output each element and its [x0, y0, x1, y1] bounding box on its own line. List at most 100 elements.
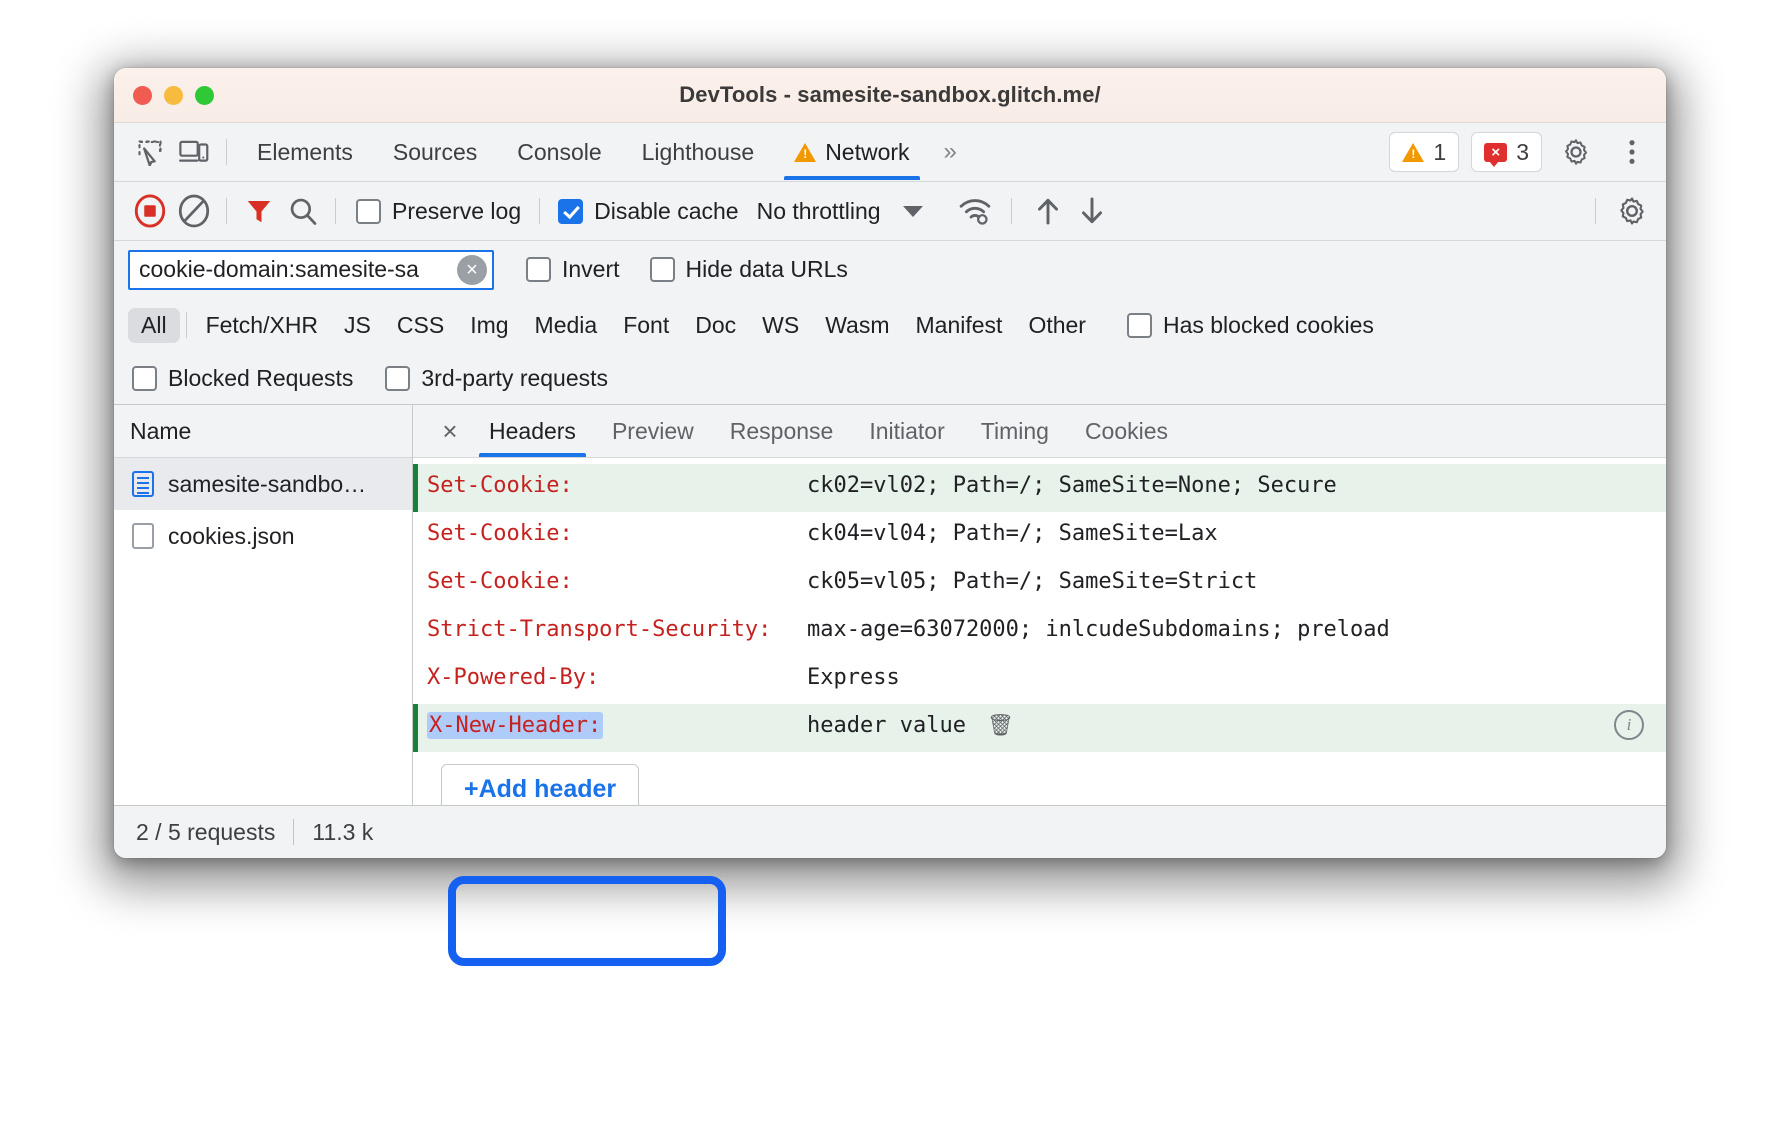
request-row-cookies-json[interactable]: cookies.json — [114, 510, 412, 562]
toolbar-divider — [1011, 198, 1012, 224]
header-name[interactable]: Set-Cookie: — [427, 518, 807, 550]
type-filter-row: All Fetch/XHR JS CSS Img Media Font Doc … — [114, 298, 1666, 352]
preserve-log-box[interactable] — [356, 199, 381, 224]
type-filter-img[interactable]: Img — [457, 308, 521, 343]
tab-cookies[interactable]: Cookies — [1067, 406, 1186, 457]
header-row[interactable]: Set-Cookie: ck05=vl05; Path=/; SameSite=… — [413, 560, 1666, 608]
type-filter-doc[interactable]: Doc — [682, 308, 749, 343]
tab-lighthouse[interactable]: Lighthouse — [622, 124, 775, 180]
download-har-icon[interactable] — [1070, 189, 1114, 233]
filter-funnel-icon[interactable] — [237, 189, 281, 233]
third-party-requests-checkbox[interactable]: 3rd-party requests — [385, 365, 608, 392]
tab-response[interactable]: Response — [712, 406, 852, 457]
header-row[interactable]: X-New-Header: header value 🗑 i — [413, 704, 1666, 752]
type-filter-all[interactable]: All — [128, 308, 180, 343]
filter-row: cookie-domain:samesite-sa × Invert Hide … — [114, 241, 1666, 298]
inspect-element-icon[interactable] — [128, 130, 172, 174]
tab-elements[interactable]: Elements — [237, 124, 373, 180]
extra-filter-row: Blocked Requests 3rd-party requests — [114, 352, 1666, 405]
header-value[interactable]: ck04=vl04; Path=/; SameSite=Lax — [807, 518, 1666, 550]
generic-file-icon — [132, 523, 154, 549]
hide-data-urls-box[interactable] — [650, 257, 675, 282]
header-value[interactable]: max-age=63072000; inlcudeSubdomains; pre… — [807, 614, 1666, 646]
gear-icon[interactable] — [1610, 189, 1654, 233]
header-value[interactable]: ck02=vl02; Path=/; SameSite=None; Secure — [807, 470, 1666, 502]
request-row-samesite-sandbox[interactable]: samesite-sandbo… — [114, 458, 412, 510]
has-blocked-cookies-checkbox[interactable]: Has blocked cookies — [1127, 312, 1374, 339]
invert-checkbox[interactable]: Invert — [526, 256, 620, 283]
header-row[interactable]: Set-Cookie: ck02=vl02; Path=/; SameSite=… — [413, 464, 1666, 512]
chevron-down-icon[interactable] — [903, 206, 923, 217]
tab-network-label: Network — [825, 139, 909, 166]
header-name[interactable]: Strict-Transport-Security: — [427, 614, 807, 646]
invert-box[interactable] — [526, 257, 551, 282]
more-tabs-icon[interactable]: » — [930, 138, 968, 166]
add-header-button[interactable]: +Add header — [441, 764, 639, 805]
window-title-bar: DevTools - samesite-sandbox.glitch.me/ — [114, 68, 1666, 123]
tab-headers[interactable]: Headers — [471, 406, 594, 457]
header-row[interactable]: Strict-Transport-Security: max-age=63072… — [413, 608, 1666, 656]
header-name[interactable]: Set-Cookie: — [427, 470, 807, 502]
tab-timing[interactable]: Timing — [963, 406, 1067, 457]
header-name[interactable]: Set-Cookie: — [427, 566, 807, 598]
clear-x-icon[interactable]: × — [457, 255, 487, 285]
tab-network[interactable]: Network — [774, 124, 929, 180]
header-value[interactable]: ck05=vl05; Path=/; SameSite=Strict — [807, 566, 1666, 598]
add-header-highlight-callout — [448, 876, 726, 966]
disable-cache-box[interactable] — [558, 199, 583, 224]
request-list-panel: Name samesite-sandbo… cookies.json — [114, 405, 413, 805]
gear-icon[interactable] — [1554, 130, 1598, 174]
disable-cache-checkbox[interactable]: Disable cache — [558, 198, 738, 225]
warning-triangle-icon — [794, 143, 816, 162]
error-counter[interactable]: × 3 — [1471, 132, 1542, 172]
preserve-log-checkbox[interactable]: Preserve log — [356, 198, 521, 225]
blocked-requests-checkbox[interactable]: Blocked Requests — [132, 365, 353, 392]
search-icon[interactable] — [281, 189, 325, 233]
header-name[interactable]: X-New-Header: — [427, 710, 807, 742]
request-name-column-header[interactable]: Name — [114, 405, 412, 458]
has-blocked-cookies-box[interactable] — [1127, 313, 1152, 338]
header-value[interactable]: Express — [807, 662, 1666, 694]
filter-input-value: cookie-domain:samesite-sa — [139, 256, 419, 283]
type-filter-css[interactable]: CSS — [384, 308, 457, 343]
third-party-requests-box[interactable] — [385, 366, 410, 391]
header-value[interactable]: header value 🗑 — [807, 710, 1614, 742]
delete-trash-icon[interactable]: 🗑 — [987, 713, 1014, 737]
header-row[interactable]: X-Powered-By: Express — [413, 656, 1666, 704]
device-toolbar-icon[interactable] — [172, 130, 216, 174]
invert-label: Invert — [562, 256, 620, 283]
type-filter-js[interactable]: JS — [331, 308, 384, 343]
tab-preview[interactable]: Preview — [594, 406, 712, 457]
throttling-select-value[interactable]: No throttling — [757, 198, 881, 225]
toolbar-divider — [539, 198, 540, 224]
upload-har-icon[interactable] — [1026, 189, 1070, 233]
filter-input[interactable]: cookie-domain:samesite-sa × — [128, 250, 494, 290]
type-filter-font[interactable]: Font — [610, 308, 682, 343]
warning-counter[interactable]: 1 — [1389, 132, 1459, 172]
blocked-requests-box[interactable] — [132, 366, 157, 391]
tab-sources[interactable]: Sources — [373, 124, 497, 180]
header-name[interactable]: X-Powered-By: — [427, 662, 807, 694]
network-conditions-icon[interactable] — [953, 189, 997, 233]
info-icon[interactable]: i — [1614, 710, 1644, 740]
tab-initiator[interactable]: Initiator — [851, 406, 962, 457]
type-filter-media[interactable]: Media — [522, 308, 611, 343]
header-row[interactable]: Set-Cookie: ck04=vl04; Path=/; SameSite=… — [413, 512, 1666, 560]
kebab-menu-icon[interactable] — [1610, 130, 1654, 174]
third-party-requests-label: 3rd-party requests — [421, 365, 608, 392]
type-filter-other[interactable]: Other — [1015, 308, 1099, 343]
toolbar-divider — [226, 198, 227, 224]
hide-data-urls-checkbox[interactable]: Hide data URLs — [650, 256, 848, 283]
type-filter-ws[interactable]: WS — [749, 308, 812, 343]
record-stop-icon[interactable] — [128, 189, 172, 233]
blocked-requests-label: Blocked Requests — [168, 365, 353, 392]
type-filter-wasm[interactable]: Wasm — [812, 308, 902, 343]
devtools-tab-bar: Elements Sources Console Lighthouse Netw… — [114, 123, 1666, 182]
close-icon[interactable]: × — [429, 418, 471, 444]
toolbar-divider — [1595, 198, 1596, 224]
tab-console[interactable]: Console — [497, 124, 621, 180]
type-filter-manifest[interactable]: Manifest — [903, 308, 1016, 343]
header-name-selected-text[interactable]: X-New-Header: — [427, 712, 603, 739]
clear-icon[interactable] — [172, 189, 216, 233]
type-filter-fetch-xhr[interactable]: Fetch/XHR — [193, 308, 331, 343]
